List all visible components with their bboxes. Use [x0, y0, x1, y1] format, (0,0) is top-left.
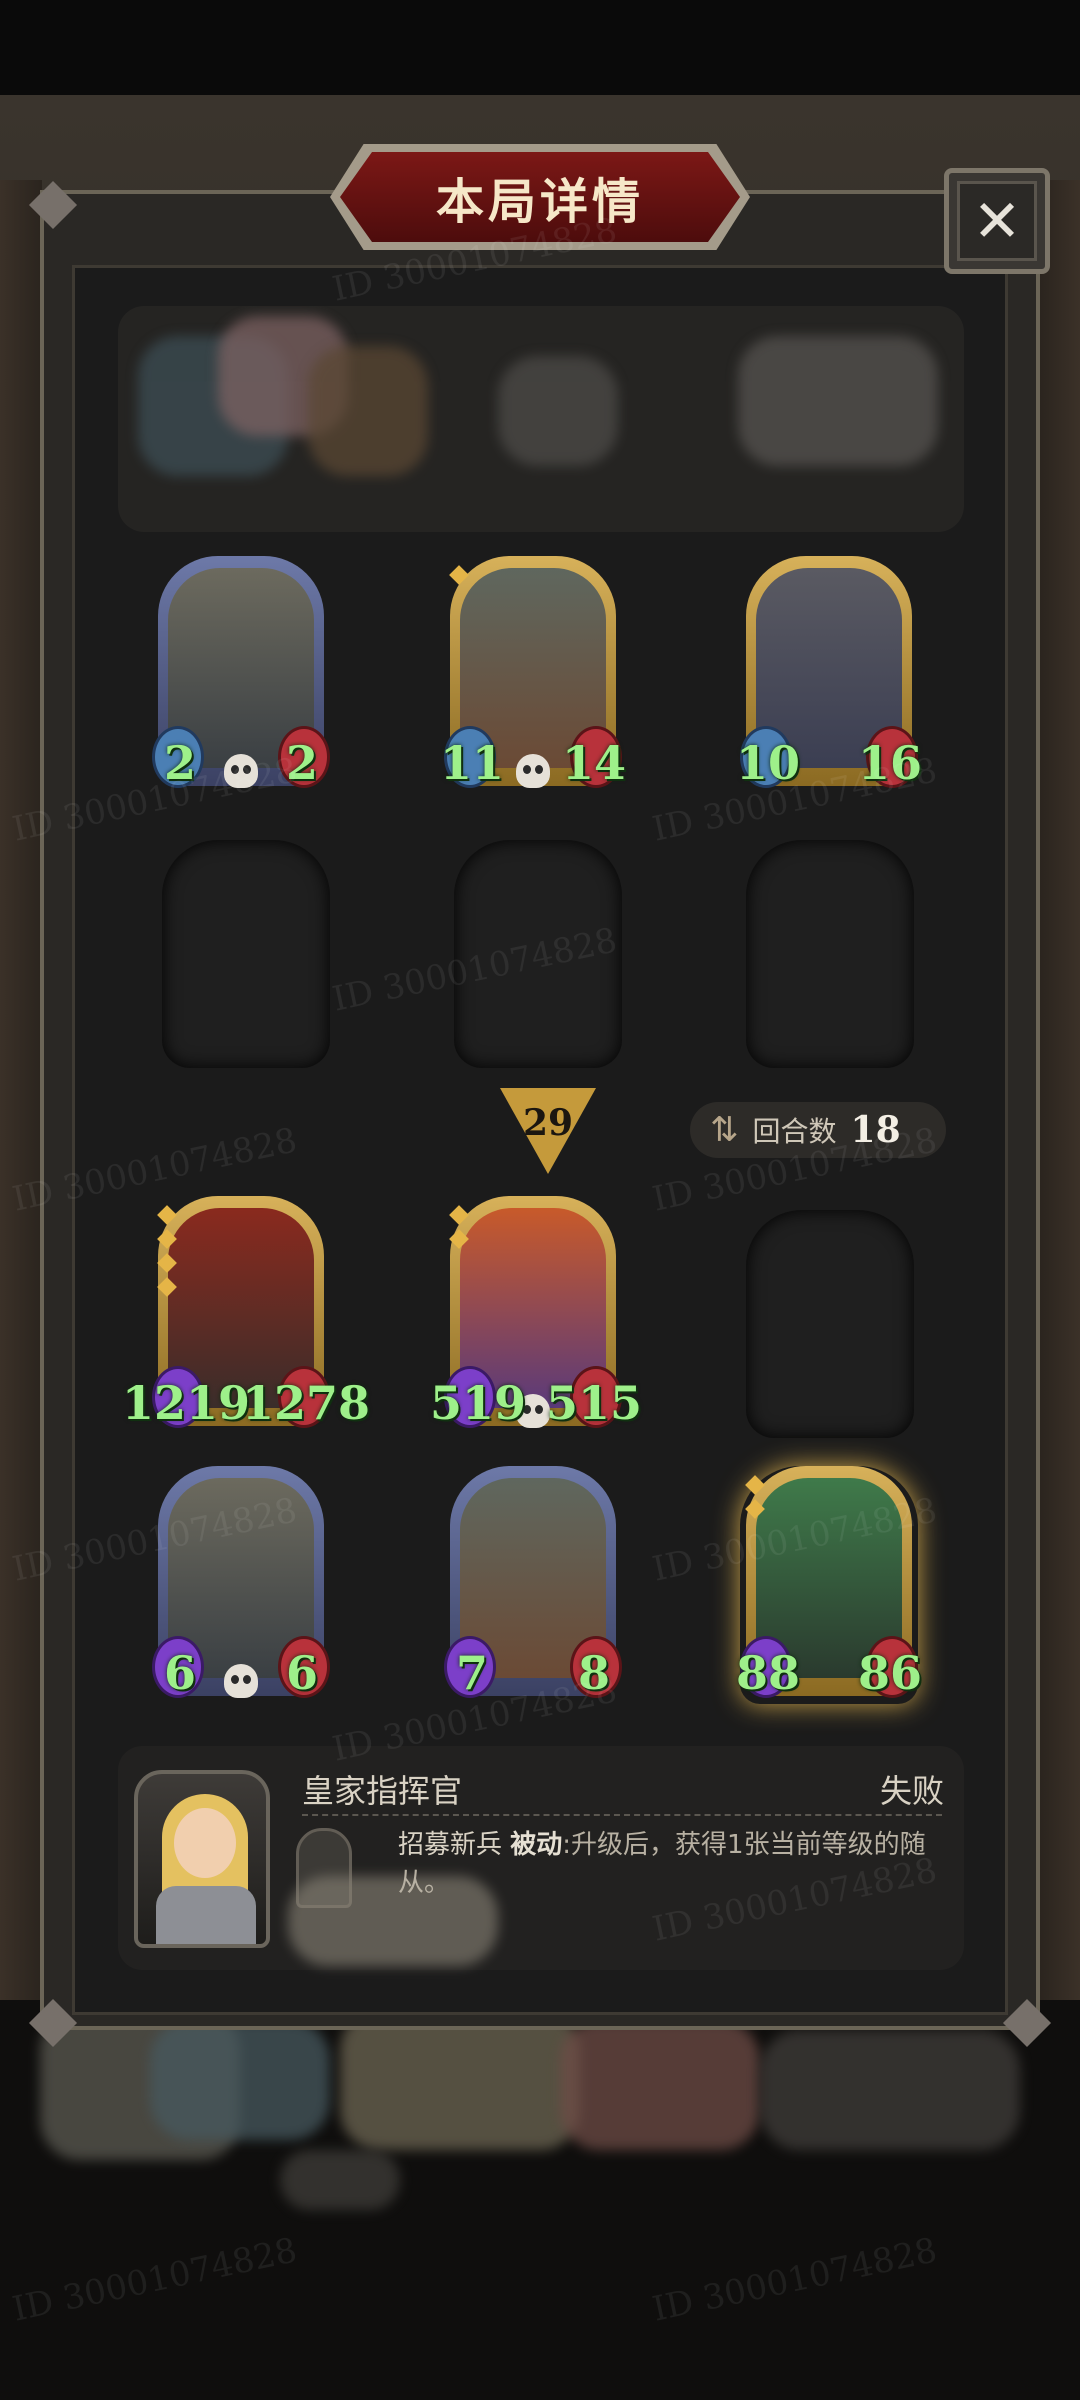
hero-panel: 皇家指挥官 失败 招募新兵 被动:升级后，获得1张当前等级的随从。 [118, 1746, 964, 1970]
minion-card-flame-demon[interactable]: 519 515 [430, 1196, 642, 1434]
minion-card-hooded-assassin[interactable]: 1219 1278 [122, 1196, 370, 1434]
minion-card-bomb-cart[interactable]: 7 8 [444, 1466, 622, 1704]
level-badge-value: 29 [522, 1102, 574, 1144]
swap-icon: ⇅ [710, 1110, 739, 1150]
health-value: 86 [857, 1646, 922, 1700]
health-value: 1278 [241, 1376, 370, 1430]
health-value: 6 [285, 1646, 318, 1700]
match-result: 失败 [879, 1772, 944, 1810]
attack-value: 1219 [122, 1376, 251, 1430]
opponent-board-redacted [118, 306, 964, 532]
minion-card-bomb-cart[interactable]: 11 14 [440, 556, 626, 794]
hero-portrait[interactable] [134, 1770, 270, 1948]
hero-name: 皇家指挥官 [302, 1772, 463, 1810]
attack-value: 519 [430, 1376, 527, 1430]
close-icon: ✕ [957, 181, 1037, 261]
empty-slot [162, 840, 330, 1068]
skull-icon [516, 754, 550, 788]
attack-value: 6 [164, 1646, 197, 1700]
minion-card-bell-robot[interactable]: 2 2 [152, 556, 330, 794]
close-button[interactable]: ✕ [944, 168, 1050, 274]
health-value: 14 [561, 736, 626, 790]
skull-icon [224, 1664, 258, 1698]
skill-tag: 被动 [510, 1830, 563, 1860]
wall-left [0, 180, 42, 2080]
wall-right [1038, 180, 1080, 2080]
health-value: 515 [545, 1376, 642, 1430]
attack-value: 11 [440, 736, 505, 790]
attack-value: 88 [736, 1646, 801, 1700]
bottom-area [0, 2000, 1080, 2400]
skill-name: 招募新兵 [398, 1830, 503, 1860]
empty-slot [746, 840, 914, 1068]
attack-value: 7 [456, 1646, 489, 1700]
divider [302, 1814, 942, 1816]
empty-slot [746, 1210, 914, 1438]
top-bar [0, 0, 1080, 100]
